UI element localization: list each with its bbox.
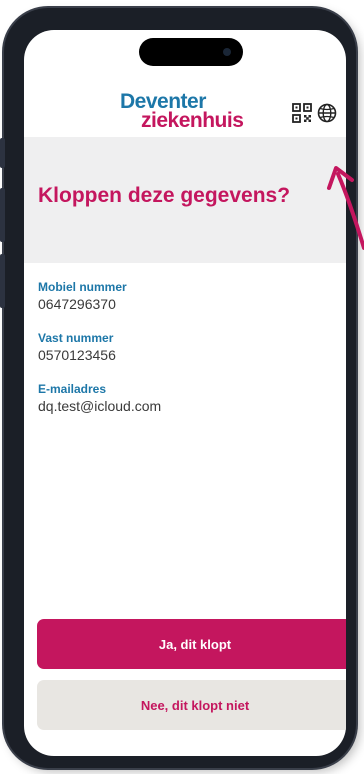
side-button (0, 188, 5, 242)
page-title: Kloppen deze gegevens? (38, 184, 291, 207)
dynamic-island (139, 38, 243, 66)
side-button (0, 138, 5, 168)
globe-icon[interactable] (317, 103, 337, 123)
annotation-arrow-icon (327, 166, 364, 250)
app-screen: Deventer ziekenhuis Kloppen deze gegeven… (24, 30, 346, 756)
phone-frame: Deventer ziekenhuis Kloppen deze gegeven… (0, 8, 356, 768)
hospital-logo: Deventer ziekenhuis (120, 91, 244, 132)
field-email-address: E-mailadres dq.test@icloud.com (38, 382, 161, 414)
field-label: E-mailadres (38, 382, 107, 396)
side-button (0, 254, 5, 308)
field-mobile-number: Mobiel nummer 0647296370 (38, 280, 127, 312)
field-label: Mobiel nummer (38, 280, 127, 294)
field-landline-number: Vast nummer 0570123456 (38, 331, 116, 363)
field-value: 0647296370 (38, 296, 116, 312)
qr-code-icon[interactable] (292, 103, 312, 123)
field-label: Vast nummer (38, 331, 114, 345)
logo-line-2: ziekenhuis (141, 109, 244, 132)
title-band: Kloppen deze gegevens? (24, 137, 346, 263)
field-value: 0570123456 (38, 347, 116, 363)
camera-dot (223, 48, 231, 56)
app-header: Deventer ziekenhuis (24, 70, 346, 134)
confirm-button[interactable]: Ja, dit klopt (37, 619, 346, 669)
reject-button[interactable]: Nee, dit klopt niet (37, 680, 346, 730)
field-value: dq.test@icloud.com (38, 398, 162, 414)
